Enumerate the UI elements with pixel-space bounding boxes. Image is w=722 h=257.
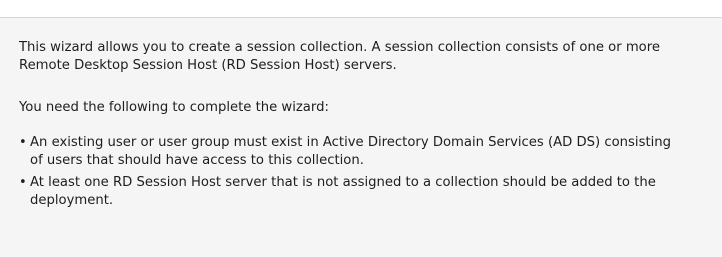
requirement-2-line-2: deployment. [30, 193, 114, 208]
requirements-list: • An existing user or user group must ex… [19, 134, 709, 214]
requirement-2-line-1: At least one RD Session Host server that… [30, 175, 656, 190]
bullet-icon: • [19, 175, 27, 190]
requirement-1-line-1: An existing user or user group must exis… [30, 135, 672, 150]
requirements-heading: You need the following to complete the w… [19, 100, 329, 115]
intro-line-2: Remote Desktop Session Host (RD Session … [19, 58, 397, 73]
wizard-intro-text: This wizard allows you to create a sessi… [19, 39, 709, 75]
requirement-item: • An existing user or user group must ex… [19, 134, 709, 170]
intro-line-1: This wizard allows you to create a sessi… [19, 40, 660, 55]
bullet-icon: • [19, 135, 27, 150]
requirement-item: • At least one RD Session Host server th… [19, 174, 709, 210]
wizard-description-panel: This wizard allows you to create a sessi… [0, 17, 722, 257]
requirement-1-line-2: of users that should have access to this… [30, 153, 364, 168]
